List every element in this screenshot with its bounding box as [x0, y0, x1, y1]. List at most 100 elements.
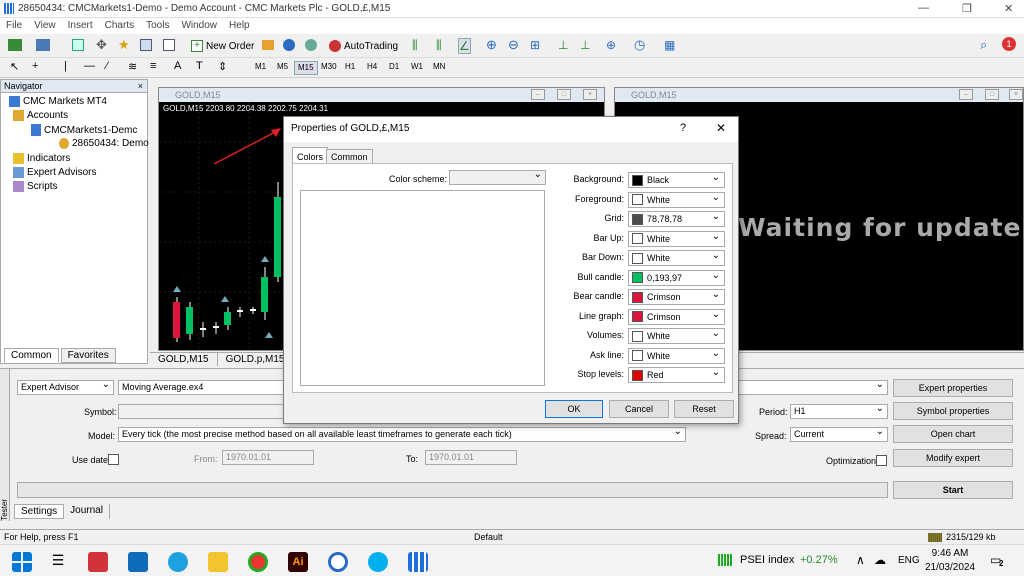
prop-color-select[interactable]: White — [628, 191, 725, 208]
zoom-in-icon[interactable]: ⊕ — [486, 37, 497, 53]
close-button[interactable]: × — [583, 89, 597, 100]
text-label-icon[interactable]: T — [196, 60, 203, 72]
illustrator-icon[interactable]: Ai — [288, 552, 308, 572]
period-select[interactable]: H1 — [790, 404, 888, 419]
menu-help[interactable]: Help — [223, 18, 256, 33]
reset-button[interactable]: Reset — [674, 400, 734, 418]
symbol-select[interactable] — [118, 404, 288, 419]
prop-color-select[interactable]: White — [628, 328, 725, 344]
menu-view[interactable]: View — [28, 18, 62, 33]
text-icon[interactable]: A — [174, 60, 181, 72]
model-select[interactable]: Every tick (the most precise method base… — [118, 427, 686, 442]
maximize-button[interactable]: □ — [985, 89, 999, 100]
prop-color-select[interactable]: White — [628, 250, 725, 266]
market-icon[interactable] — [305, 39, 317, 51]
arrows-icon[interactable]: ⇕ — [218, 60, 227, 73]
tab-favorites[interactable]: Favorites — [60, 348, 116, 363]
prop-color-select[interactable]: Black — [628, 172, 725, 188]
minimize-button[interactable]: – — [531, 89, 545, 100]
line-chart-icon[interactable]: ∠ — [458, 38, 471, 54]
navigator-icon[interactable]: ★ — [118, 37, 130, 53]
minimize-button[interactable]: — — [918, 2, 929, 14]
tab-common[interactable]: Common — [4, 348, 59, 363]
optimization-checkbox[interactable] — [876, 455, 887, 466]
zoom-out-icon[interactable]: ⊖ — [508, 37, 519, 53]
help-button[interactable]: ? — [680, 122, 686, 134]
periods-icon[interactable]: ◷ — [634, 37, 645, 53]
crosshair-icon[interactable]: + — [32, 60, 38, 72]
prop-color-select[interactable]: White — [628, 347, 725, 364]
dialog-close-button[interactable]: ✕ — [716, 121, 726, 135]
channel-icon[interactable]: ≋ — [128, 60, 137, 73]
nav-server[interactable]: CMCMarkets1-Demc — [31, 124, 137, 136]
tf-m5[interactable]: M5 — [274, 61, 291, 75]
app-icon[interactable] — [328, 552, 348, 572]
menu-file[interactable]: File — [0, 18, 28, 33]
restore-button[interactable]: ❐ — [962, 2, 972, 15]
ticker-name[interactable]: PSEI index — [740, 554, 794, 566]
prop-color-select[interactable]: 0,193,97 — [628, 269, 725, 286]
minimize-button[interactable]: – — [959, 89, 973, 100]
tf-w1[interactable]: W1 — [408, 61, 426, 75]
templates-icon[interactable]: ▦ — [664, 38, 675, 52]
prop-color-select[interactable]: Crimson — [628, 289, 725, 305]
trendline-icon[interactable]: ⁄ — [106, 60, 108, 72]
color-scheme-select[interactable] — [449, 170, 546, 185]
candlestick-icon[interactable]: ⫼ — [436, 38, 442, 53]
tf-d1[interactable]: D1 — [386, 61, 402, 75]
metaeditor-icon[interactable] — [262, 40, 274, 50]
menu-insert[interactable]: Insert — [62, 18, 99, 33]
menu-window[interactable]: Window — [175, 18, 223, 33]
start-button[interactable]: Start — [893, 481, 1013, 499]
menu-charts[interactable]: Charts — [99, 18, 140, 33]
symbol-properties-button[interactable]: Symbol properties — [893, 402, 1013, 420]
indicators-icon[interactable]: ⊕ — [606, 38, 616, 52]
tf-mn[interactable]: MN — [430, 61, 448, 75]
clock-time[interactable]: 9:46 AM — [930, 548, 970, 559]
tf-h1[interactable]: H1 — [342, 61, 358, 75]
tab-settings[interactable]: Settings — [14, 504, 65, 519]
close-button[interactable]: × — [1009, 89, 1023, 100]
new-chart-icon[interactable] — [8, 39, 22, 51]
data-window-icon[interactable]: ✥ — [96, 37, 107, 53]
tf-h4[interactable]: H4 — [364, 61, 380, 75]
close-icon[interactable]: × — [138, 80, 143, 93]
tf-m15[interactable]: M15 — [294, 61, 318, 75]
maximize-button[interactable]: □ — [557, 89, 571, 100]
new-order-button[interactable]: + New Order — [188, 37, 257, 55]
file-explorer-icon[interactable] — [208, 552, 228, 572]
spread-select[interactable]: Current — [790, 427, 888, 442]
fibonacci-icon[interactable]: ≡ — [150, 60, 156, 72]
nav-account[interactable]: 28650434: Demo — [59, 138, 149, 149]
bar-chart-icon[interactable]: ⫼ — [412, 38, 418, 53]
autotrading-button[interactable]: AutoTrading — [326, 37, 401, 55]
chart-shift-icon[interactable]: ⊥ — [580, 38, 590, 52]
nav-indicators[interactable]: Indicators — [13, 153, 70, 164]
skype-icon[interactable] — [368, 552, 388, 572]
expert-properties-button[interactable]: Expert properties — [893, 379, 1013, 397]
tile-windows-icon[interactable]: ⊞ — [530, 38, 540, 52]
autoscroll-icon[interactable]: ⊥ — [558, 38, 568, 52]
modify-expert-button[interactable]: Modify expert — [893, 449, 1013, 467]
test-type-select[interactable]: Expert Advisor — [17, 380, 114, 395]
nav-scripts[interactable]: Scripts — [13, 181, 58, 192]
task-view-icon[interactable]: ☰ — [48, 552, 68, 572]
nav-experts[interactable]: Expert Advisors — [13, 167, 96, 178]
chart-tab-gold[interactable]: GOLD,M15 — [150, 353, 218, 366]
open-chart-button[interactable]: Open chart — [893, 425, 1013, 443]
nav-accounts[interactable]: Accounts — [13, 110, 68, 121]
edge-icon[interactable] — [168, 552, 188, 572]
language-indicator[interactable]: ENG — [898, 555, 920, 566]
prop-color-select[interactable]: White — [628, 230, 725, 247]
profiles-icon[interactable] — [36, 39, 50, 51]
tf-m1[interactable]: M1 — [252, 61, 269, 75]
tab-journal[interactable]: Journal — [64, 504, 110, 519]
cancel-button[interactable]: Cancel — [609, 400, 669, 418]
to-date-field[interactable]: 1970.01.01 — [425, 450, 517, 465]
chevron-up-icon[interactable]: ∧ — [856, 553, 865, 567]
metatrader-icon[interactable] — [408, 552, 428, 572]
market-watch-icon[interactable] — [72, 39, 84, 51]
prop-color-select[interactable]: 78,78,78 — [628, 211, 725, 227]
strategy-tester-icon[interactable] — [163, 39, 175, 51]
close-button[interactable]: ✕ — [1004, 2, 1013, 15]
